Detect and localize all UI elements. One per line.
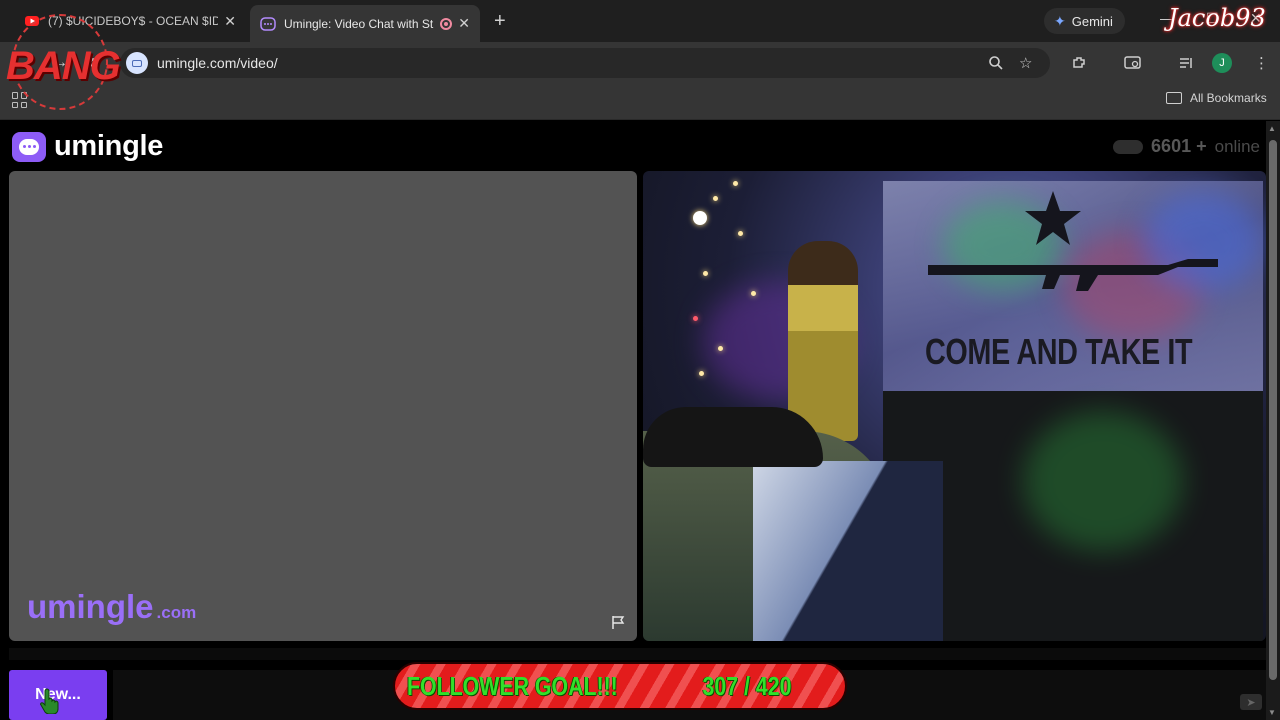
follower-goal-banner: FOLLOWER GOAL!!! 307 / 420 — [393, 662, 847, 710]
string-light — [693, 316, 698, 321]
divider — [9, 648, 1266, 660]
tab-search-icon[interactable] — [1124, 55, 1142, 71]
streamer-name: Jacob93 — [1168, 4, 1266, 32]
media-icon[interactable] — [1178, 55, 1194, 71]
light-blob — [1023, 411, 1183, 551]
partner-video-pane: COME AND TAKE IT — [643, 171, 1266, 641]
string-light — [733, 181, 738, 186]
recording-icon — [440, 17, 453, 30]
webcam-banner-text: COME AND TAKE IT — [925, 331, 1193, 372]
gemini-button[interactable]: ✦ Gemini — [1044, 8, 1125, 34]
send-icon[interactable]: ➤ — [1240, 694, 1262, 710]
star-graphic — [1025, 191, 1081, 245]
tab-umingle[interactable]: Umingle: Video Chat with St ✕ — [250, 5, 480, 42]
folder-icon — [1166, 92, 1182, 104]
follower-goal-count: 307 / 420 — [702, 670, 791, 701]
all-bookmarks-label: All Bookmarks — [1190, 91, 1267, 105]
logo-text: umingle — [54, 130, 164, 162]
gemini-icon: ✦ — [1054, 12, 1066, 29]
tab-close-icon[interactable]: ✕ — [458, 15, 470, 32]
bang-text: BANG — [6, 44, 121, 88]
chat-bubble-icon — [12, 131, 46, 162]
watermark-main: umingle — [27, 588, 154, 625]
umingle-tab-icon — [260, 16, 276, 31]
string-light — [703, 271, 708, 276]
lamp-light — [693, 211, 707, 225]
zoom-icon[interactable] — [988, 55, 1004, 71]
online-indicator: 6601 + online — [1113, 136, 1260, 157]
jersey-figure — [753, 461, 943, 641]
video-watermark: umingle .com — [27, 588, 196, 626]
doll-figure — [788, 241, 858, 441]
new-tab-button[interactable]: + — [494, 10, 506, 33]
string-light — [751, 291, 756, 296]
extensions-icon[interactable] — [1071, 55, 1087, 71]
scrollbar-thumb[interactable] — [1269, 140, 1277, 680]
self-video-pane — [9, 171, 637, 641]
online-toggle[interactable] — [1113, 139, 1144, 154]
scroll-down-icon[interactable]: ▼ — [1268, 708, 1276, 717]
rifle-graphic — [928, 259, 1218, 291]
online-count: 6601 + — [1151, 136, 1207, 156]
string-light — [738, 231, 743, 236]
string-light — [699, 371, 704, 376]
string-light — [713, 196, 718, 201]
hand-cursor-icon — [40, 688, 59, 714]
cap-figure — [643, 407, 823, 467]
scroll-up-icon[interactable]: ▲ — [1268, 124, 1276, 133]
star-icon[interactable]: ☆ — [1019, 54, 1032, 72]
follower-goal-label: FOLLOWER GOAL!!! — [407, 670, 618, 701]
profile-avatar[interactable]: J — [1212, 53, 1232, 73]
tab-close-icon[interactable]: ✕ — [224, 13, 236, 30]
url-text[interactable]: umingle.com/video/ — [157, 55, 278, 71]
menu-icon[interactable]: ⋮ — [1254, 54, 1269, 72]
online-label: online — [1214, 136, 1260, 156]
gemini-label: Gemini — [1071, 13, 1113, 29]
tab-title: Umingle: Video Chat with St — [284, 16, 434, 31]
bookmarks-bar — [0, 84, 1280, 120]
site-info-icon[interactable] — [126, 52, 148, 74]
site-logo[interactable]: umingle — [12, 130, 163, 163]
bang-overlay: BANG — [2, 6, 121, 110]
string-light — [718, 346, 723, 351]
watermark-suffix: .com — [156, 603, 197, 622]
flag-icon[interactable] — [610, 614, 626, 630]
all-bookmarks-button[interactable]: All Bookmarks — [1166, 91, 1267, 105]
